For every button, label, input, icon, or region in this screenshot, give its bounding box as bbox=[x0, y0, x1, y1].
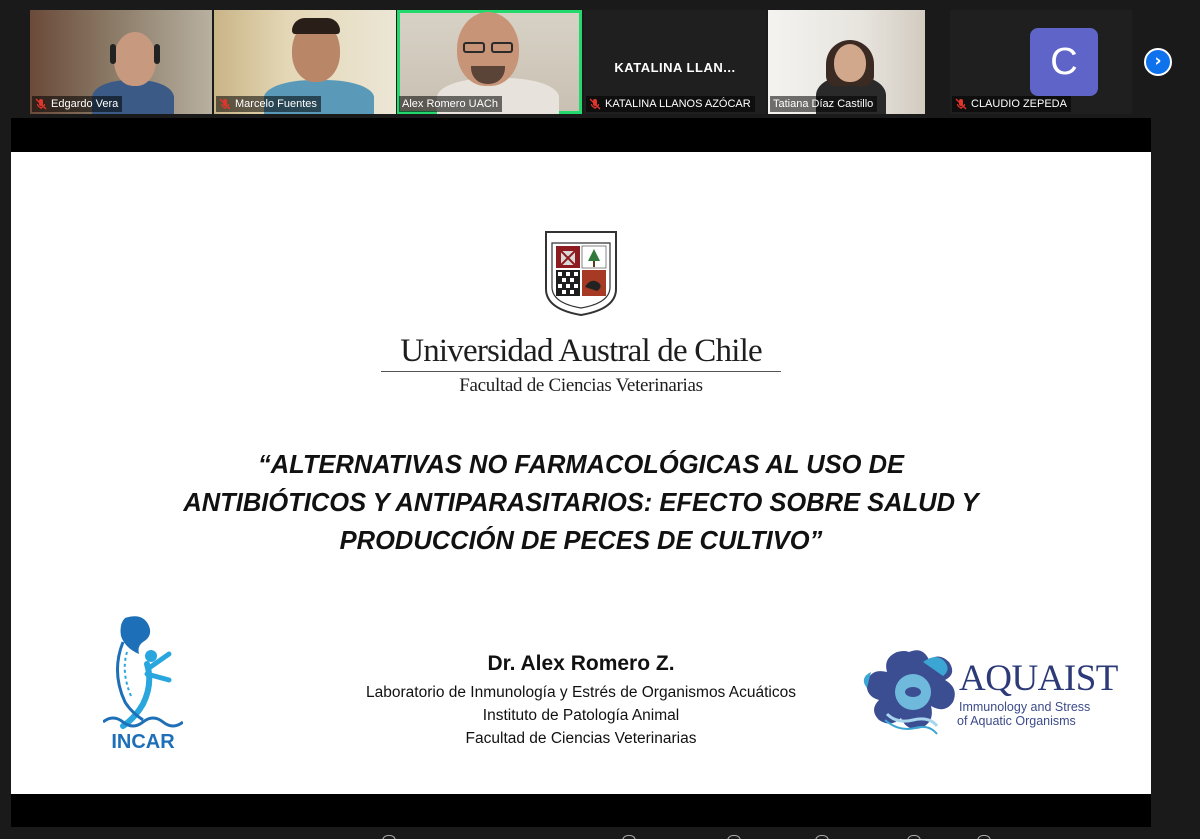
participant-name-text: Tatiana Díaz Castillo bbox=[773, 98, 874, 110]
shared-screen: Universidad Austral de Chile Facultad de… bbox=[11, 118, 1151, 827]
university-crest-logo bbox=[545, 231, 617, 317]
participant-tile-edgardo-vera[interactable]: Edgardo Vera bbox=[30, 10, 212, 114]
participant-tile-claudio-zepeda[interactable]: C CLAUDIO ZEPEDA bbox=[950, 10, 1132, 114]
presentation-slide: Universidad Austral de Chile Facultad de… bbox=[11, 152, 1151, 794]
participant-name: Alex Romero UACh bbox=[399, 96, 502, 112]
participant-name: Edgardo Vera bbox=[32, 96, 123, 112]
aquaist-logo-tagline: Immunology and Stress bbox=[959, 700, 1091, 714]
incar-logo: INCAR bbox=[103, 616, 183, 753]
avatar: C bbox=[1030, 28, 1098, 96]
affiliation-line: Facultad de Ciencias Veterinarias bbox=[465, 730, 697, 747]
talk-title-line: PRODUCCIÓN DE PECES DE CULTIVO” bbox=[339, 527, 823, 555]
participant-tile-katalina-llanos[interactable]: KATALINA LLAN... KATALINA LLANOS AZÓCAR bbox=[584, 10, 766, 114]
aquaist-logo-tagline: of Aquatic Organisms bbox=[957, 714, 1076, 728]
university-name: Universidad Austral de Chile bbox=[400, 333, 762, 369]
mic-muted-icon bbox=[35, 98, 47, 110]
toolbar-icon[interactable] bbox=[727, 835, 741, 839]
participant-tile-marcelo-fuentes[interactable]: Marcelo Fuentes bbox=[214, 10, 396, 114]
aquaist-logo-word: AQUAIST bbox=[959, 658, 1118, 699]
participant-display-name: KATALINA LLAN... bbox=[614, 60, 736, 75]
next-page-button[interactable]: › bbox=[1144, 48, 1172, 76]
affiliation-line: Laboratorio de Inmunología y Estrés de O… bbox=[366, 684, 796, 701]
participant-name-text: Edgardo Vera bbox=[51, 98, 119, 110]
mic-muted-icon bbox=[219, 98, 231, 110]
toolbar-icon[interactable] bbox=[382, 835, 396, 839]
participant-strip: Edgardo Vera Marcelo Fuentes Alex Romero… bbox=[0, 0, 1200, 118]
participant-name-text: Marcelo Fuentes bbox=[235, 98, 317, 110]
mic-muted-icon bbox=[589, 98, 601, 110]
chevron-right-icon: › bbox=[1154, 51, 1162, 71]
talk-title: “ALTERNATIVAS NO FARMACOLÓGICAS AL USO D… bbox=[111, 446, 1051, 560]
participant-name-text: Alex Romero UACh bbox=[402, 98, 498, 110]
meeting-toolbar bbox=[0, 827, 1200, 839]
participant-tile-tatiana-diaz[interactable]: Tatiana Díaz Castillo bbox=[768, 10, 925, 114]
speaker-name: Dr. Alex Romero Z. bbox=[487, 652, 675, 675]
divider bbox=[381, 371, 781, 372]
participant-name: Marcelo Fuentes bbox=[216, 96, 321, 112]
participant-name-text: KATALINA LLANOS AZÓCAR bbox=[605, 98, 751, 110]
talk-title-line: “ALTERNATIVAS NO FARMACOLÓGICAS AL USO D… bbox=[257, 451, 904, 479]
participant-name-text: CLAUDIO ZEPEDA bbox=[971, 98, 1067, 110]
participant-name: Tatiana Díaz Castillo bbox=[770, 96, 878, 112]
mic-muted-icon bbox=[955, 98, 967, 110]
toolbar-icon[interactable] bbox=[907, 835, 921, 839]
incar-logo-text: INCAR bbox=[111, 731, 175, 753]
participant-name: KATALINA LLANOS AZÓCAR bbox=[586, 96, 755, 112]
participant-tile-alex-romero[interactable]: Alex Romero UACh bbox=[397, 10, 582, 114]
toolbar-icon[interactable] bbox=[622, 835, 636, 839]
talk-title-line: ANTIBIÓTICOS Y ANTIPARASITARIOS: EFECTO … bbox=[183, 489, 979, 517]
toolbar-icon[interactable] bbox=[815, 835, 829, 839]
participant-name: CLAUDIO ZEPEDA bbox=[952, 96, 1071, 112]
aquaist-logo-mark bbox=[863, 650, 955, 735]
affiliation-line: Instituto de Patología Animal bbox=[482, 707, 680, 724]
toolbar-icon[interactable] bbox=[977, 835, 991, 839]
faculty-name: Facultad de Ciencias Veterinarias bbox=[459, 375, 703, 396]
